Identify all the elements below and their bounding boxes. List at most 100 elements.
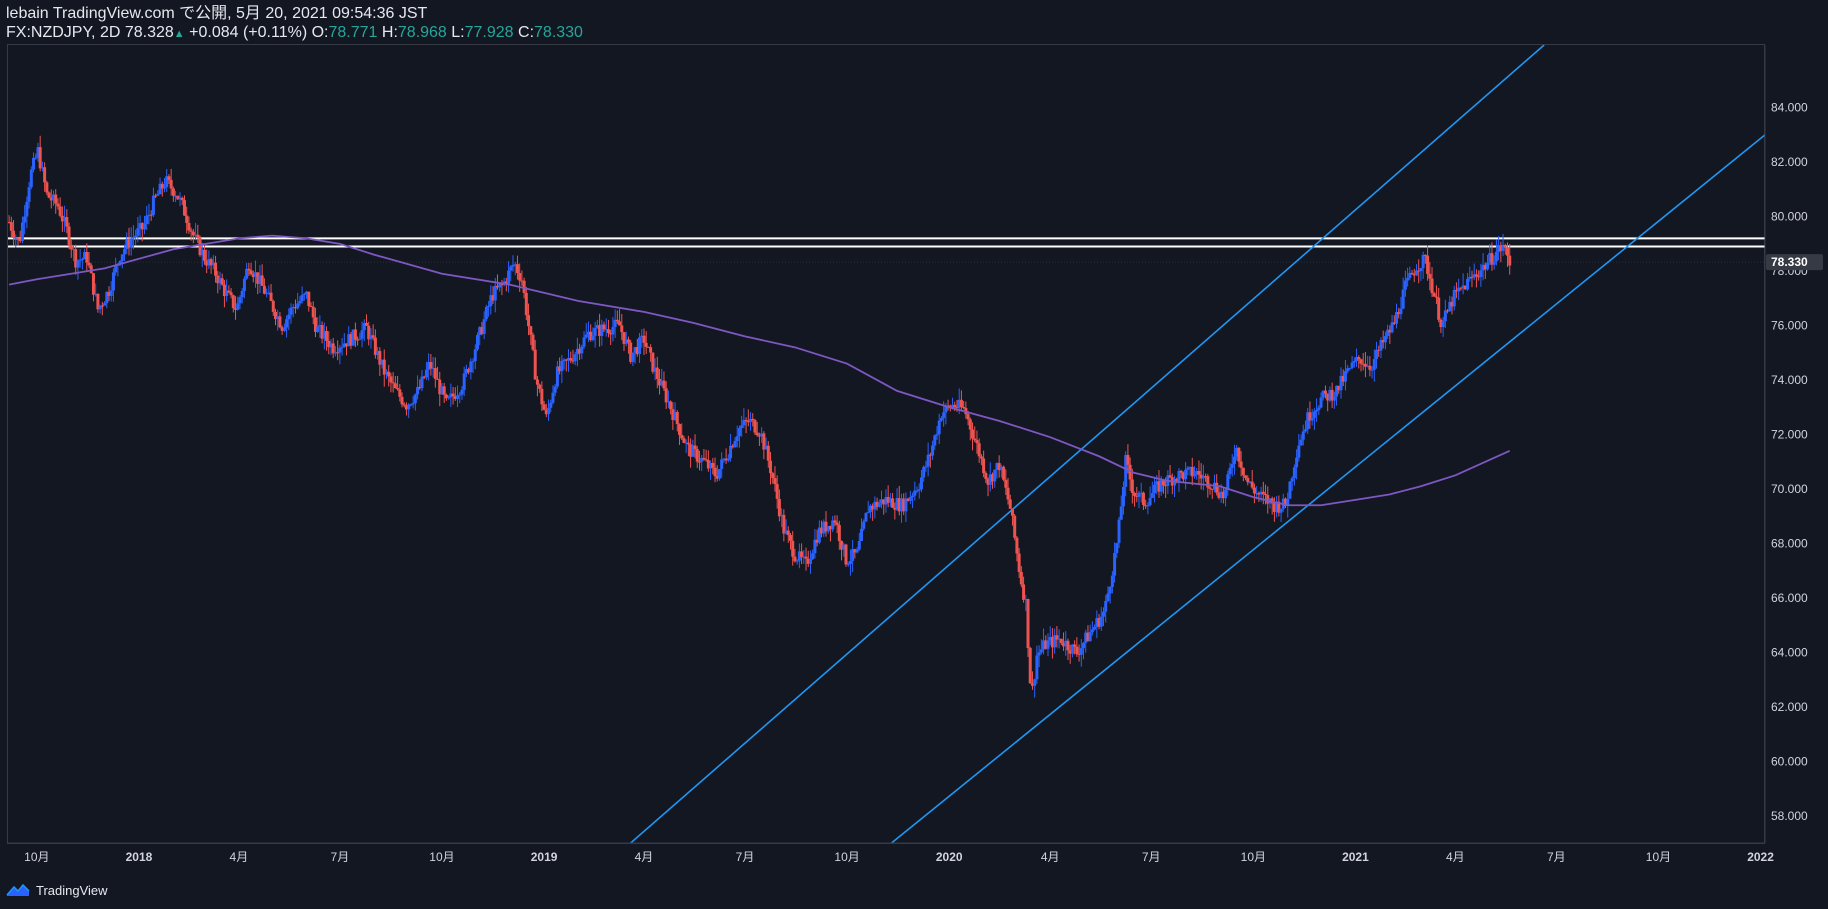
candle-body	[162, 187, 166, 189]
candle	[1419, 267, 1423, 281]
tradingview-brand[interactable]: TradingView	[36, 883, 108, 898]
candle	[1033, 678, 1037, 698]
candle	[1297, 433, 1301, 462]
candle-body	[1226, 474, 1230, 490]
candle	[746, 409, 750, 427]
candle-body	[649, 347, 653, 353]
candle-body	[58, 206, 62, 216]
candle	[582, 331, 586, 349]
candle	[926, 442, 930, 477]
candle-body	[551, 392, 555, 403]
candle-body	[1390, 322, 1394, 333]
candle-body	[182, 200, 186, 216]
candle	[638, 332, 642, 363]
candle-body	[411, 403, 415, 405]
candle-body	[1028, 648, 1032, 684]
candle-body	[1399, 308, 1403, 315]
candle	[891, 492, 895, 508]
chart-canvas[interactable]: 58.000 60.000 62.000 64.000 66.000 68.000 70.0…	[0, 0, 1828, 909]
candle-body	[134, 235, 138, 238]
candle-body	[638, 337, 642, 355]
candle-body	[289, 307, 293, 315]
candle-body	[1093, 626, 1097, 630]
candle-body	[848, 560, 852, 564]
candle-body	[424, 369, 428, 378]
candle-body	[1232, 456, 1236, 465]
candle-body	[935, 434, 939, 436]
candle-body	[713, 467, 717, 477]
candle-body	[442, 386, 446, 395]
time-tick-label: 4月	[635, 850, 654, 864]
candle-body	[1486, 262, 1490, 270]
candle-body	[1368, 365, 1372, 370]
candle-body	[458, 394, 462, 396]
candle	[245, 262, 249, 280]
candle	[1261, 481, 1265, 505]
candle-body	[227, 290, 231, 293]
candle-body	[1292, 467, 1296, 479]
candle-body	[302, 293, 306, 296]
candle-body	[391, 382, 395, 384]
candle-body	[678, 424, 682, 435]
candle-body	[185, 215, 189, 223]
candle	[717, 468, 721, 481]
candle-body	[931, 445, 935, 456]
candle-body	[396, 388, 400, 390]
candle-body	[973, 438, 977, 441]
candle-body	[1179, 470, 1183, 473]
candle	[606, 319, 610, 338]
candle-body	[591, 335, 595, 341]
candle-body	[460, 389, 464, 395]
candle	[831, 515, 835, 533]
candle-body	[593, 327, 597, 336]
candle-body	[1110, 575, 1114, 587]
time-tick-label: 2018	[126, 850, 153, 864]
price-tick-label: 66.000	[1771, 591, 1808, 605]
candle-body	[1119, 506, 1123, 520]
candle-body	[615, 319, 619, 322]
price-tick-label: 64.000	[1771, 645, 1808, 659]
candle	[569, 351, 573, 364]
candle-body	[1239, 461, 1243, 468]
candle-body	[85, 252, 89, 263]
candle-body	[25, 201, 29, 217]
moving-average-line	[8, 234, 1511, 507]
time-tick-label: 7月	[736, 850, 755, 864]
candle	[91, 272, 95, 302]
candle	[560, 355, 564, 384]
candle-body	[1492, 261, 1496, 265]
time-tick-label: 10月	[24, 850, 49, 864]
candle-body	[1303, 429, 1307, 432]
candle	[993, 469, 997, 488]
tradingview-logo-icon[interactable]	[6, 883, 30, 897]
candle	[1141, 491, 1145, 510]
candle-body	[1421, 254, 1425, 268]
candle-body	[100, 305, 104, 307]
candle	[433, 357, 437, 388]
candle-body	[80, 258, 84, 260]
candle-body	[804, 556, 808, 559]
candle-body	[915, 490, 919, 492]
candle-body	[1419, 267, 1423, 272]
candle-body	[580, 346, 584, 354]
candle-body	[962, 407, 966, 409]
candle-body	[1503, 246, 1507, 248]
candle	[429, 353, 433, 376]
candle	[631, 352, 635, 367]
candle-body	[229, 292, 233, 296]
time-tick-label: 2022	[1747, 850, 1774, 864]
candle	[1461, 273, 1465, 295]
candle-body	[1004, 479, 1008, 488]
time-tick-label: 10月	[429, 850, 454, 864]
candle	[1288, 480, 1292, 499]
candle-body	[584, 334, 588, 338]
candle-body	[1075, 646, 1079, 654]
candle	[307, 291, 311, 312]
candle	[904, 492, 908, 523]
candle-body	[123, 249, 127, 255]
candle-body	[1099, 616, 1103, 627]
candle-body	[755, 432, 759, 436]
candle-body	[1121, 486, 1125, 507]
candle-body	[114, 265, 118, 273]
time-tick-label: 2021	[1342, 850, 1369, 864]
